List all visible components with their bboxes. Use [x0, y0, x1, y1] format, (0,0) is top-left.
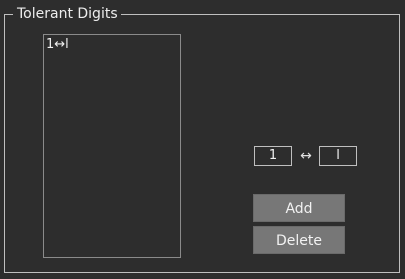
left-digit-input[interactable]: 1 [254, 146, 292, 166]
delete-button[interactable]: Delete [253, 226, 345, 254]
groupbox-title: Tolerant Digits [13, 5, 121, 23]
list-item[interactable]: 1↔l [46, 37, 69, 53]
add-button[interactable]: Add [253, 194, 345, 222]
right-digit-input[interactable]: l [319, 146, 357, 166]
bidirectional-arrow-icon: ↔ [300, 148, 312, 164]
tolerant-digits-groupbox: Tolerant Digits 1↔l 1 ↔ l Add Delete [4, 5, 400, 273]
tolerant-digits-list[interactable]: 1↔l [43, 34, 181, 258]
